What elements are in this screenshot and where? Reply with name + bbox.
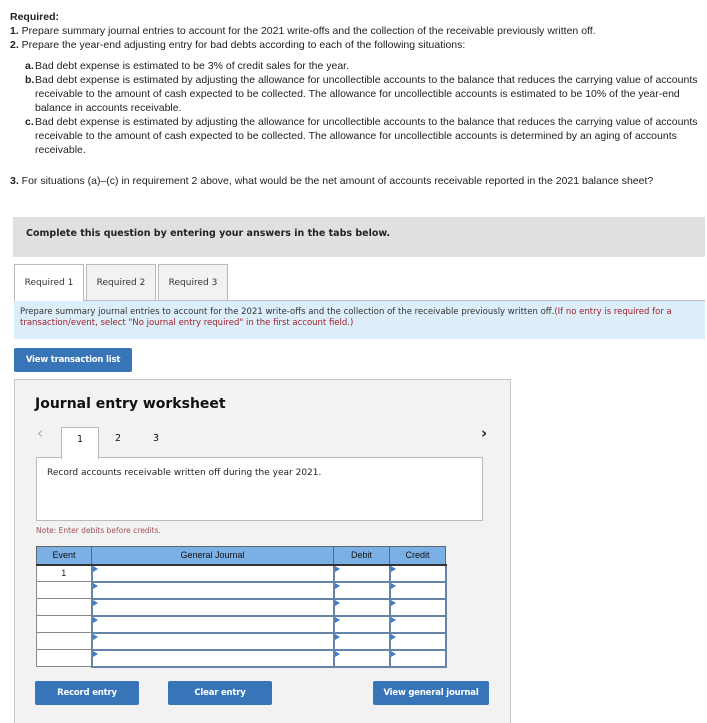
requirement-3: 3. For situations (a)–(c) in requirement… [10, 175, 654, 187]
account-select[interactable] [90, 614, 335, 634]
instruction-text: Prepare summary journal entries to accou… [20, 307, 555, 317]
tab-required-2[interactable]: Required 2 [86, 264, 156, 300]
debit-input[interactable] [332, 631, 391, 651]
required-heading: Required: [10, 11, 60, 23]
event-cell [36, 598, 92, 616]
table-row [36, 580, 447, 600]
debit-input[interactable] [332, 563, 391, 583]
situation-b: b. Bad debt expense is estimated by adjus… [25, 74, 698, 114]
credit-input[interactable] [388, 631, 447, 651]
complete-question-text: Complete this question by entering your … [26, 228, 391, 239]
credit-input[interactable] [388, 580, 447, 600]
account-select[interactable] [90, 580, 335, 600]
debit-input[interactable] [332, 597, 391, 617]
instruction-box: Prepare summary journal entries to accou… [14, 301, 705, 339]
chevron-right-icon[interactable]: › [481, 424, 487, 442]
entry-tab-3[interactable]: 3 [137, 427, 175, 458]
account-select[interactable] [90, 597, 335, 617]
credit-input[interactable] [388, 563, 447, 583]
view-general-journal-button[interactable]: View general journal [373, 681, 489, 705]
event-cell: 1 [36, 564, 92, 582]
credit-input[interactable] [388, 648, 447, 668]
table-row [36, 614, 447, 634]
account-select[interactable] [90, 648, 335, 668]
account-select[interactable] [90, 563, 335, 583]
journal-table: Event General Journal Debit Credit 1 [36, 546, 447, 668]
credit-input[interactable] [388, 597, 447, 617]
table-row [36, 631, 447, 651]
debit-input[interactable] [332, 614, 391, 634]
situations-list: a. Bad debt expense is estimated to be 3%… [10, 59, 700, 157]
entry-tab-2[interactable]: 2 [99, 427, 137, 458]
debit-input[interactable] [332, 580, 391, 600]
requirements: Required: 1. Prepare summary journal ent… [10, 10, 700, 157]
complete-question-banner: Complete this question by entering your … [13, 217, 705, 257]
header-credit: Credit [389, 546, 446, 566]
entry-description: Record accounts receivable written off d… [36, 457, 483, 521]
credit-input[interactable] [388, 614, 447, 634]
journal-table-header: Event General Journal Debit Credit [36, 546, 446, 566]
tab-required-1[interactable]: Required 1 [14, 264, 84, 301]
table-row [36, 597, 447, 617]
event-cell [36, 632, 92, 650]
tab-required-3[interactable]: Required 3 [158, 264, 228, 300]
view-transaction-list-button[interactable]: View transaction list [14, 348, 132, 372]
account-select[interactable] [90, 631, 335, 651]
event-cell [36, 581, 92, 599]
requirement-2: 2. Prepare the year-end adjusting entry … [10, 39, 466, 51]
worksheet-title: Journal entry worksheet [35, 396, 226, 412]
header-event: Event [36, 546, 92, 566]
requirement-1: 1. Prepare summary journal entries to ac… [10, 25, 596, 37]
clear-entry-button[interactable]: Clear entry [168, 681, 272, 705]
header-general-journal: General Journal [91, 546, 334, 566]
event-cell [36, 649, 92, 667]
journal-entry-worksheet: Journal entry worksheet ‹ 1 2 3 › Record… [14, 379, 511, 723]
chevron-left-icon[interactable]: ‹ [37, 424, 43, 442]
table-row [36, 648, 447, 668]
situation-a: a. Bad debt expense is estimated to be 3%… [25, 60, 350, 72]
entry-tab-1[interactable]: 1 [61, 427, 99, 459]
event-cell [36, 615, 92, 633]
debits-credits-note: Note: Enter debits before credits. [36, 526, 161, 535]
table-row: 1 [36, 563, 447, 583]
debit-input[interactable] [332, 648, 391, 668]
situation-c: c. Bad debt expense is estimated by adjus… [25, 116, 698, 156]
record-entry-button[interactable]: Record entry [35, 681, 139, 705]
header-debit: Debit [333, 546, 390, 566]
requirement-tabs: Required 1 Required 2 Required 3 [14, 264, 230, 301]
